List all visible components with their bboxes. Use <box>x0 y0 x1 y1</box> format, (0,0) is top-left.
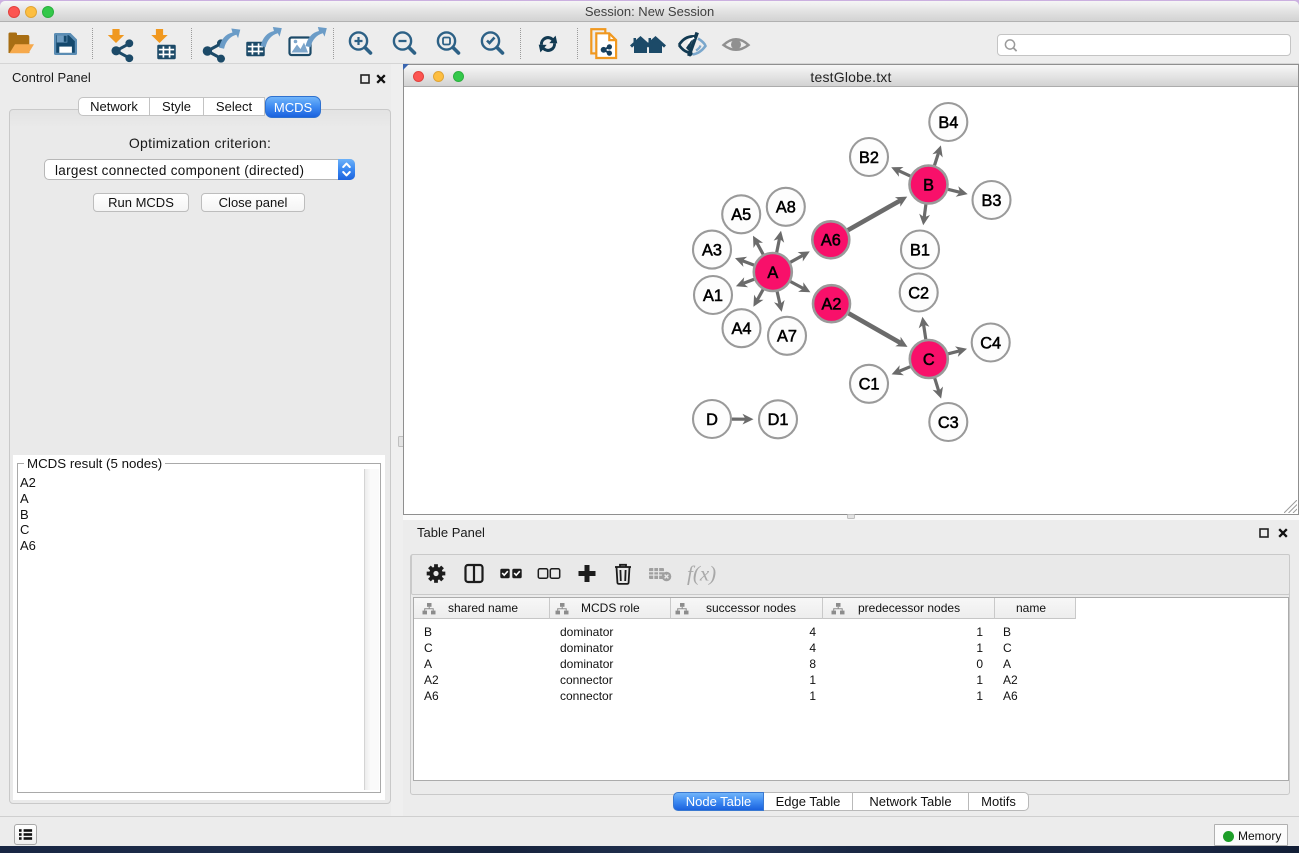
svg-text:A2: A2 <box>822 296 842 314</box>
svg-text:B: B <box>923 176 934 194</box>
svg-text:A: A <box>767 264 778 282</box>
svg-text:C1: C1 <box>859 376 880 394</box>
svg-text:B4: B4 <box>938 114 958 132</box>
svg-text:A8: A8 <box>776 199 796 217</box>
svg-text:B2: B2 <box>859 149 879 167</box>
svg-text:C3: C3 <box>938 414 959 432</box>
svg-text:D1: D1 <box>768 411 789 429</box>
svg-text:C4: C4 <box>980 334 1001 352</box>
svg-text:B1: B1 <box>910 241 930 259</box>
svg-text:A7: A7 <box>777 328 797 346</box>
svg-text:C2: C2 <box>908 284 929 302</box>
svg-text:D: D <box>706 411 718 429</box>
svg-text:A1: A1 <box>703 287 723 305</box>
svg-text:A6: A6 <box>821 232 841 250</box>
svg-text:A4: A4 <box>732 320 752 338</box>
svg-text:A5: A5 <box>731 206 751 224</box>
svg-text:C: C <box>923 351 935 369</box>
svg-text:B3: B3 <box>982 192 1002 210</box>
svg-text:A3: A3 <box>702 241 722 259</box>
svg-text:f(x): f(x) <box>687 562 716 586</box>
